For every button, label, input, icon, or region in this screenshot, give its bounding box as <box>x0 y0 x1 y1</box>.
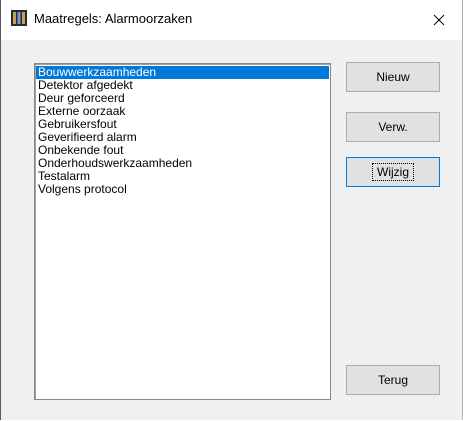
new-button[interactable]: Nieuw <box>346 62 440 92</box>
delete-button[interactable]: Verw. <box>346 112 440 142</box>
back-button[interactable]: Terug <box>346 365 440 395</box>
list-item[interactable]: Volgens protocol <box>36 183 329 196</box>
delete-button-label: Verw. <box>378 120 408 134</box>
dialog-window: Maatregels: Alarmoorzaken Bouwwerkzaamhe… <box>0 0 463 420</box>
new-button-label: Nieuw <box>376 70 410 84</box>
edit-button-label: Wijzig <box>372 163 414 181</box>
edit-button[interactable]: Wijzig <box>346 157 440 187</box>
app-icon <box>11 10 27 26</box>
window-title: Maatregels: Alarmoorzaken <box>34 11 193 26</box>
alarm-cause-listbox[interactable]: Bouwwerkzaamheden Detektor afgedekt Deur g… <box>34 63 331 400</box>
title-bar[interactable]: Maatregels: Alarmoorzaken <box>1 0 462 40</box>
back-button-label: Terug <box>377 373 409 387</box>
close-button[interactable] <box>416 0 462 40</box>
close-icon <box>433 14 445 26</box>
dialog-content: Bouwwerkzaamheden Detektor afgedekt Deur g… <box>1 40 462 420</box>
